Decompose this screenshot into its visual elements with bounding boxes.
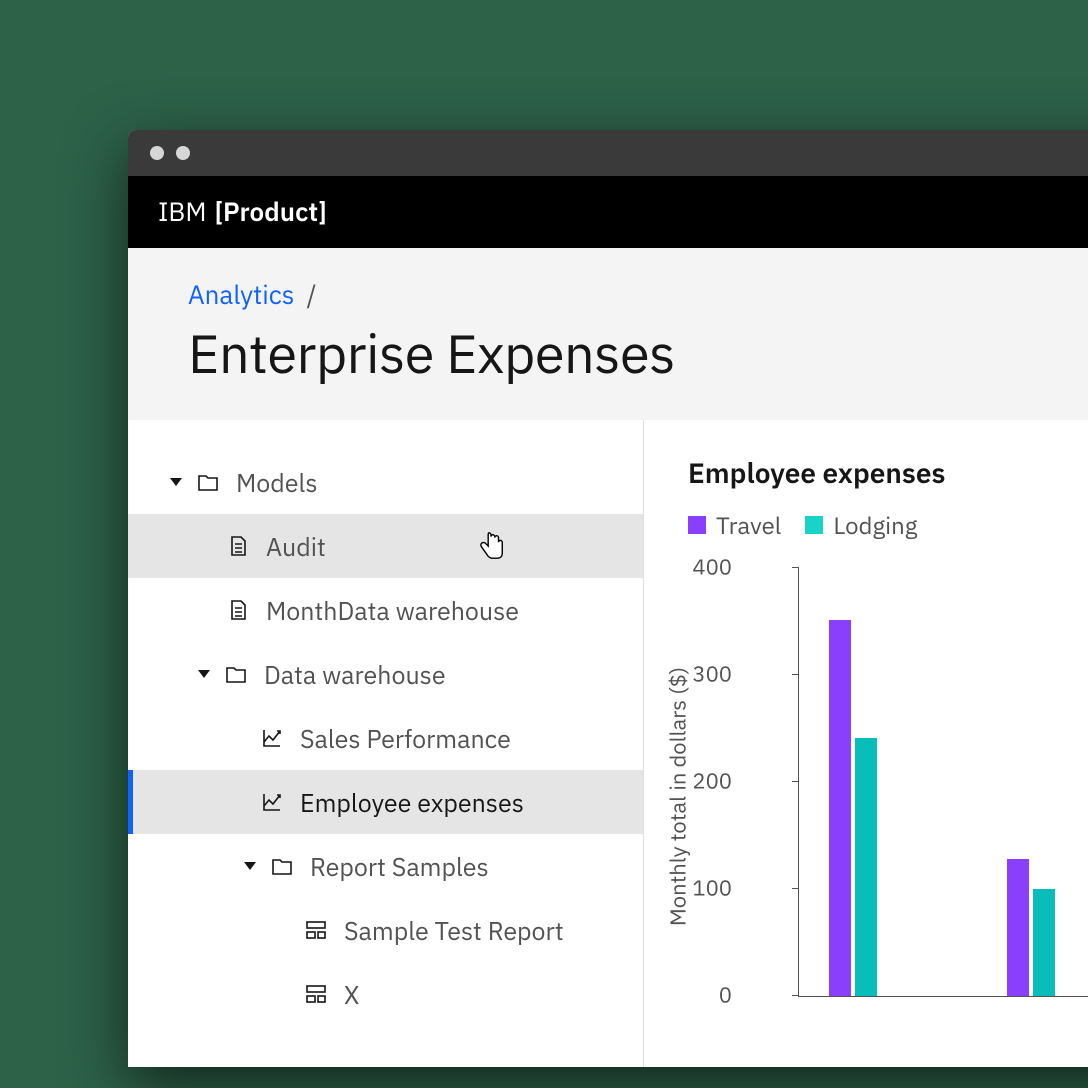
brand-ibm: IBM: [158, 195, 207, 229]
page-header: Analytics / Enterprise Expenses: [128, 248, 1088, 420]
tick-mark: [792, 995, 799, 996]
tick-mark: [792, 674, 799, 675]
breadcrumb: Analytics /: [188, 278, 1088, 312]
legend-item-travel: Travel: [688, 509, 781, 541]
bar-lodging-2: [1033, 889, 1055, 996]
legend-item-lodging: Lodging: [805, 509, 917, 541]
tree-label: Sales Performance: [300, 722, 511, 755]
document-icon: [226, 534, 250, 558]
tree-label: MonthData warehouse: [266, 594, 519, 627]
tree-label: Models: [236, 466, 318, 499]
legend-swatch-icon: [805, 516, 823, 534]
tree-item-audit[interactable]: Audit: [128, 514, 643, 578]
tree-item-x[interactable]: X: [128, 962, 643, 1026]
tree-label: Report Samples: [310, 850, 489, 883]
chart-icon: [260, 726, 284, 750]
window-titlebar: [128, 130, 1088, 176]
document-icon: [226, 598, 250, 622]
tree-item-models[interactable]: Models: [128, 450, 643, 514]
tree-item-monthdata[interactable]: MonthData warehouse: [128, 578, 643, 642]
window-dot-icon[interactable]: [176, 146, 190, 160]
chart-icon: [260, 790, 284, 814]
caret-down-icon: [244, 862, 256, 870]
app-window: IBM [Product] Analytics / Enterprise Exp…: [128, 130, 1088, 1067]
caret-down-icon: [198, 670, 210, 678]
y-tick: 0: [719, 981, 732, 1010]
folder-icon: [270, 854, 294, 878]
tick-mark: [792, 781, 799, 782]
chart-title: Employee expenses: [688, 454, 1088, 491]
page-title: Enterprise Expenses: [188, 318, 1088, 388]
y-tick: 300: [692, 660, 732, 689]
tree-label: Employee expenses: [300, 786, 524, 819]
main-panel: Employee expenses Travel Lodging Monthly…: [644, 420, 1088, 1067]
cursor-hand-icon: [476, 529, 506, 563]
folder-icon: [224, 662, 248, 686]
tick-mark: [792, 888, 799, 889]
breadcrumb-separator: /: [307, 278, 317, 312]
tree-label: X: [344, 978, 359, 1011]
bar-travel-1: [829, 620, 851, 996]
legend-swatch-icon: [688, 516, 706, 534]
tree-label: Data warehouse: [264, 658, 446, 691]
brand-product: [Product]: [215, 195, 327, 229]
folder-icon: [196, 470, 220, 494]
bar-travel-2: [1007, 859, 1029, 996]
tree-item-report-samples[interactable]: Report Samples: [128, 834, 643, 898]
window-dot-icon[interactable]: [150, 146, 164, 160]
grid-icon: [304, 918, 328, 942]
legend-label: Lodging: [833, 509, 917, 541]
chart-area: Monthly total in dollars ($) 400 300 200…: [688, 567, 1088, 1067]
tree-label: Audit: [266, 530, 326, 563]
bar-lodging-1: [855, 738, 877, 996]
content-area: Models Audit MonthData warehouse: [128, 420, 1088, 1067]
breadcrumb-parent-link[interactable]: Analytics: [188, 278, 294, 312]
caret-down-icon: [170, 478, 182, 486]
tick-mark: [792, 567, 799, 568]
tree-item-employee-expenses[interactable]: Employee expenses: [128, 770, 643, 834]
chart-legend: Travel Lodging: [688, 509, 1088, 541]
legend-label: Travel: [716, 509, 781, 541]
y-tick: 400: [692, 553, 732, 582]
y-tick: 100: [692, 874, 732, 903]
tree-label: Sample Test Report: [344, 914, 564, 947]
tree-item-sample-test-report[interactable]: Sample Test Report: [128, 898, 643, 962]
app-topbar: IBM [Product]: [128, 176, 1088, 248]
tree-item-sales-performance[interactable]: Sales Performance: [128, 706, 643, 770]
chart-plot: [798, 567, 1088, 997]
grid-icon: [304, 982, 328, 1006]
y-tick: 200: [692, 767, 732, 796]
sidebar-tree: Models Audit MonthData warehouse: [128, 420, 644, 1067]
y-axis-label: Monthly total in dollars ($): [664, 667, 693, 926]
tree-item-data-warehouse[interactable]: Data warehouse: [128, 642, 643, 706]
